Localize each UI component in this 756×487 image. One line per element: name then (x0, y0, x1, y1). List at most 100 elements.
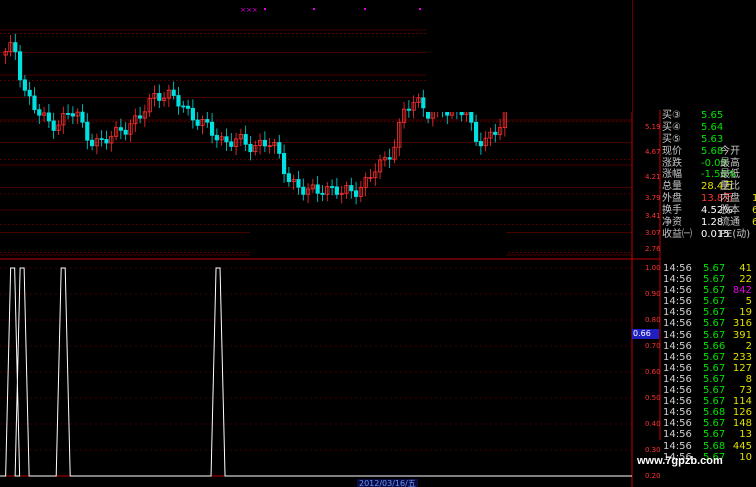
top-marker: ××× (240, 6, 258, 14)
quote-panel: 买③ 5.65 买④ 5.64 买⑤ 5.63 现价 5.68 今开 涨跌 -0.09 最高 涨幅 -1.… (660, 110, 756, 261)
trade-row: 14:56 5.67 13 (660, 429, 756, 440)
quote-row: 外盘 13.8万 内盘 1 (660, 193, 756, 205)
candle-body (37, 109, 42, 116)
indicator-axis-label: 0.80 (645, 316, 661, 324)
trade-time: 14:56 (663, 385, 692, 397)
candle-body (406, 108, 411, 111)
indicator-axis-label: 0.90 (645, 290, 661, 298)
trade-row: 14:56 5.67 316 (660, 318, 756, 329)
marker-dot (419, 8, 421, 10)
cursor-date-label: 2012/03/16/五 (357, 479, 418, 487)
candle-body (80, 111, 85, 123)
trade-time: 14:56 (663, 396, 692, 408)
candle-body (17, 51, 23, 81)
trade-time: 14:56 (663, 307, 692, 319)
candle-body (493, 131, 498, 135)
candle-body (224, 136, 229, 143)
quote-label-2: 最低 (720, 169, 740, 181)
trade-volume: 10 (739, 451, 752, 463)
trade-time: 14:56 (663, 329, 692, 341)
occlusion-top-right (426, 0, 632, 112)
trade-row: 14:56 5.68 126 (660, 407, 756, 418)
quote-row: 收益㈠ 0.015 PE(动) (660, 229, 756, 241)
price-axis-label: 3.79 (645, 194, 661, 202)
occlusion-bottom-mid (250, 232, 506, 258)
candle-body (195, 119, 200, 126)
indicator-axis-label: 0.30 (645, 446, 661, 454)
quote-value: 5.65 (701, 110, 724, 121)
trade-volume: 391 (732, 329, 752, 341)
trade-price: 5.67 (703, 285, 726, 297)
trade-row: 14:56 5.67 842 (660, 285, 756, 296)
trade-row: 14:56 5.68 445 (660, 441, 756, 452)
candle-body (248, 143, 253, 153)
candle-body (214, 134, 219, 141)
trade-volume: 22 (739, 274, 752, 286)
quote-label: 买④ (662, 121, 681, 133)
trade-price: 5.67 (703, 351, 726, 363)
candle-body (334, 186, 339, 195)
candle-body (353, 190, 359, 197)
tick-trade-list[interactable]: 14:56 5.67 41 14:56 5.67 22 14:56 5.67 842 14:56 5… (660, 263, 756, 463)
trade-price: 5.67 (703, 329, 726, 341)
marker-dot (264, 8, 266, 10)
candle-body (51, 120, 56, 131)
candle-body (329, 186, 335, 188)
candle-body (171, 89, 176, 96)
trade-price: 5.67 (703, 373, 726, 385)
trade-time: 14:56 (663, 263, 692, 274)
quote-row: 净资 1.28 流通 6 (660, 217, 756, 229)
candle-body (66, 113, 71, 115)
trade-volume: 2 (745, 340, 752, 352)
trade-price: 5.67 (703, 263, 726, 274)
quote-label-2: 今开 (720, 145, 740, 157)
trade-row: 14:56 5.67 5 (660, 296, 756, 307)
candle-body (157, 93, 162, 101)
trade-volume: 842 (732, 285, 752, 297)
candle-body (104, 138, 109, 144)
price-axis-label: 5.19 (645, 123, 661, 131)
trade-row: 14:56 5.67 148 (660, 418, 756, 429)
trade-row: 14:56 5.66 2 (660, 341, 756, 352)
kline-chart[interactable]: ××× (0, 0, 756, 487)
candle-body (70, 113, 75, 117)
trade-price: 5.67 (703, 362, 726, 374)
quote-row: 涨跌 -0.09 最高 (660, 158, 756, 170)
quote-label-2: PE(动) (720, 228, 751, 240)
indicator-value-badge: 0.66 (632, 329, 659, 339)
trade-row: 14:56 5.67 114 (660, 396, 756, 407)
trade-price: 5.67 (703, 318, 726, 330)
masks: ××× (240, 0, 632, 258)
candle-body (137, 115, 143, 119)
trade-price: 5.67 (703, 418, 726, 430)
trade-row: 14:56 5.67 8 (660, 374, 756, 385)
candle-body (22, 79, 27, 91)
candle-body (185, 105, 191, 109)
site-watermark: www.7gpzb.com (637, 455, 723, 467)
price-axis-label: 4.21 (645, 173, 661, 181)
trade-volume: 19 (739, 307, 752, 319)
quote-row: 换手 4.52% 股本 6 (660, 205, 756, 217)
quote-label-2: 流通 (720, 217, 740, 229)
trade-volume: 445 (732, 440, 752, 452)
quote-label: 总量 (662, 181, 682, 193)
quote-row: 现价 5.68 今开 (660, 146, 756, 158)
trade-volume: 233 (732, 351, 752, 363)
candle-body (315, 184, 320, 194)
trade-time: 14:56 (663, 418, 692, 430)
indicator-axis-label: 1.00 (645, 264, 661, 272)
trade-volume: 148 (732, 418, 752, 430)
candle-body (473, 121, 479, 142)
quote-label: 净资 (662, 217, 682, 229)
trade-volume: 8 (745, 373, 752, 385)
indicator-axis-label: 0.60 (645, 368, 661, 376)
candle-body (46, 112, 51, 122)
trade-time: 14:56 (663, 362, 692, 374)
candle-body (181, 105, 186, 108)
quote-label: 买⑤ (662, 133, 681, 145)
trade-volume: 41 (739, 263, 752, 274)
trade-volume: 126 (732, 407, 752, 419)
trade-volume: 73 (739, 385, 752, 397)
trade-row: 14:56 5.67 391 (660, 330, 756, 341)
trade-price: 5.67 (703, 274, 726, 286)
